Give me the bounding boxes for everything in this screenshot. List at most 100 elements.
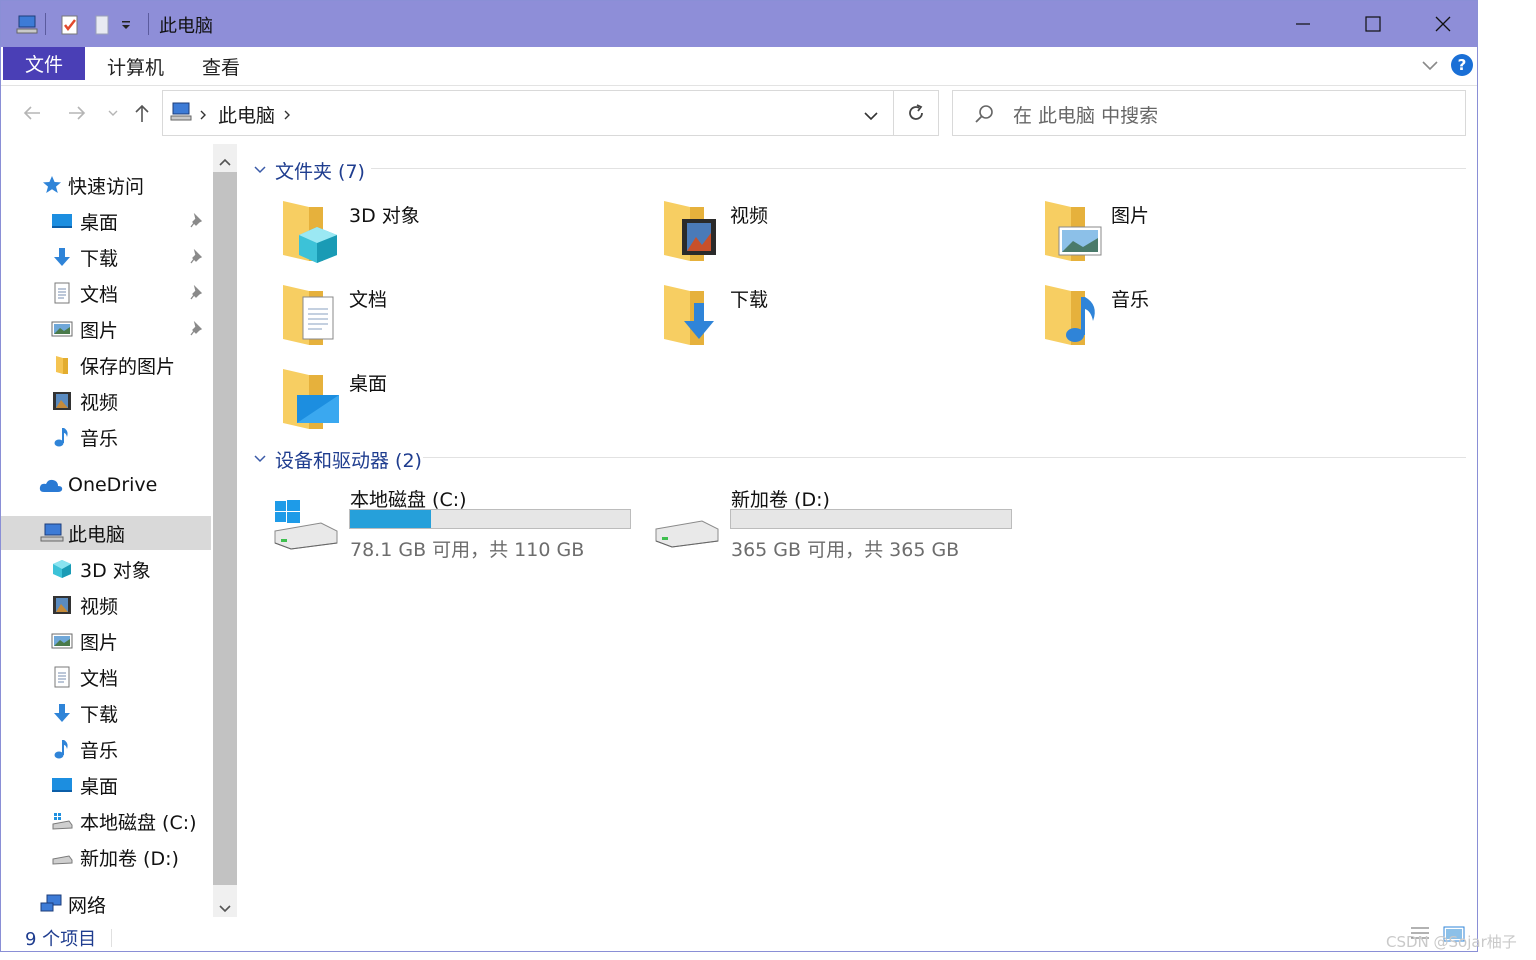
folder-icon	[56, 356, 68, 374]
drive-c-usage-fill	[350, 510, 432, 528]
sidebar-item-music[interactable]: 音乐	[1, 732, 211, 766]
sidebar-item-documents-pinned[interactable]: 文档	[1, 276, 211, 310]
folders-group-header[interactable]: 文件夹 (7)	[275, 157, 365, 184]
up-button[interactable]	[127, 97, 157, 129]
sidebar-item-quick-access[interactable]: 快速访问	[1, 168, 211, 202]
download-folder-icon	[664, 285, 714, 345]
breadcrumb-this-pc[interactable]: 此电脑	[218, 101, 275, 128]
sidebar-item-pictures-pinned[interactable]: 图片	[1, 312, 211, 346]
sidebar-item-network[interactable]: 网络	[1, 887, 211, 921]
document-folder-icon	[283, 285, 334, 345]
ribbon-tabs: 文件 计算机 查看	[1, 47, 1477, 86]
sidebar-item-videos-qa[interactable]: 视频	[1, 384, 211, 418]
watermark: CSDN @Sojar柚子	[1386, 933, 1517, 951]
breadcrumb-chevron-icon[interactable]	[283, 106, 291, 125]
desktop-folder-icon	[283, 369, 339, 429]
download-icon	[54, 248, 70, 266]
drive-d-usage-bar	[730, 509, 1012, 529]
explorer-window: 此电脑 文件 计算机 查看 ? 此电脑 在 此电脑 中搜索 快速访问 桌面 下载…	[0, 0, 1478, 952]
customize-toolbar-icon[interactable]	[119, 11, 133, 39]
desktop-icon	[52, 214, 72, 228]
picture-folder-icon	[1045, 201, 1102, 261]
sidebar-item-drive-c[interactable]: 本地磁盘 (C:)	[1, 804, 211, 838]
pin-icon[interactable]	[189, 285, 205, 301]
folder-tile-videos[interactable]: 视频	[662, 197, 1022, 277]
scroll-down-icon[interactable]	[218, 899, 232, 918]
network-icon	[40, 894, 62, 912]
cube-folder-icon	[283, 201, 337, 263]
expand-ribbon-chevron-icon[interactable]	[1421, 57, 1439, 76]
back-button[interactable]	[17, 97, 47, 129]
address-dropdown-chevron-icon[interactable]	[863, 107, 879, 126]
minimize-button[interactable]	[1268, 1, 1338, 47]
address-bar[interactable]: 此电脑	[162, 90, 939, 136]
download-icon	[54, 704, 70, 722]
windows-drive-icon	[274, 500, 338, 550]
sidebar-item-documents[interactable]: 文档	[1, 660, 211, 694]
drive-c-usage-bar	[349, 509, 631, 529]
folder-tile-downloads[interactable]: 下载	[662, 281, 1022, 361]
folder-tile-3d-objects[interactable]: 3D 对象	[281, 197, 641, 277]
navigation-pane: 快速访问 桌面 下载 文档 图片 保存的图片 视频 音乐 OneDrive 此电…	[1, 144, 211, 924]
tab-computer[interactable]: 计算机	[107, 53, 164, 80]
picture-icon	[51, 633, 73, 649]
sidebar-item-videos[interactable]: 视频	[1, 588, 211, 622]
sidebar-item-drive-d[interactable]: 新加卷 (D:)	[1, 840, 211, 874]
tab-file[interactable]: 文件	[3, 47, 85, 80]
sidebar-item-music-qa[interactable]: 音乐	[1, 420, 211, 454]
sidebar-scrollbar[interactable]	[213, 144, 237, 917]
document-icon	[54, 666, 70, 688]
video-icon	[53, 596, 71, 614]
sidebar-item-saved-pictures[interactable]: 保存的图片	[1, 348, 211, 382]
sidebar-item-desktop-pinned[interactable]: 桌面	[1, 204, 211, 238]
sidebar-item-3d-objects[interactable]: 3D 对象	[1, 552, 211, 586]
breadcrumb-separator-icon[interactable]	[199, 106, 207, 125]
computer-icon	[40, 523, 64, 542]
this-pc-icon	[169, 101, 193, 127]
new-folder-icon[interactable]	[91, 11, 113, 39]
folder-tile-music[interactable]: 音乐	[1043, 281, 1403, 361]
maximize-button[interactable]	[1338, 1, 1408, 47]
pin-icon[interactable]	[189, 213, 205, 229]
app-computer-icon[interactable]	[15, 11, 39, 39]
properties-icon[interactable]	[59, 11, 81, 39]
collapse-folders-chevron-icon[interactable]	[253, 161, 267, 180]
music-folder-icon	[1045, 285, 1095, 345]
pin-icon[interactable]	[189, 249, 205, 265]
sidebar-item-desktop[interactable]: 桌面	[1, 768, 211, 802]
search-placeholder: 在 此电脑 中搜索	[1013, 105, 1159, 127]
scroll-up-icon[interactable]	[218, 152, 232, 171]
forward-button[interactable]	[62, 97, 92, 129]
cube-icon	[53, 560, 71, 578]
sidebar-item-pictures[interactable]: 图片	[1, 624, 211, 658]
folder-tile-documents[interactable]: 文档	[281, 281, 641, 361]
drive-tile-d[interactable]: 新加卷 (D:) 365 GB 可用，共 365 GB	[654, 481, 1014, 561]
drive-tile-c[interactable]: 本地磁盘 (C:) 78.1 GB 可用，共 110 GB	[273, 481, 633, 561]
star-icon	[43, 176, 61, 193]
scrollbar-thumb[interactable]	[213, 172, 237, 885]
drive-c-space-text: 78.1 GB 可用，共 110 GB	[350, 539, 585, 561]
drive-d-space-text: 365 GB 可用，共 365 GB	[731, 539, 960, 561]
pin-icon[interactable]	[189, 321, 205, 337]
desktop-icon	[52, 778, 72, 792]
help-button[interactable]: ?	[1451, 54, 1473, 76]
video-folder-icon	[664, 201, 716, 261]
tab-view[interactable]: 查看	[202, 53, 240, 80]
music-icon	[54, 428, 68, 447]
refresh-icon[interactable]	[905, 102, 927, 128]
sidebar-item-onedrive[interactable]: OneDrive	[1, 468, 211, 502]
sidebar-item-downloads-pinned[interactable]: 下载	[1, 240, 211, 274]
collapse-drives-chevron-icon[interactable]	[253, 450, 267, 469]
folder-tile-pictures[interactable]: 图片	[1043, 197, 1403, 277]
sidebar-item-this-pc[interactable]: 此电脑	[1, 516, 211, 550]
music-icon	[54, 740, 68, 759]
drives-group-header[interactable]: 设备和驱动器 (2)	[275, 446, 422, 473]
drive-c-icon	[52, 813, 73, 830]
close-button[interactable]	[1408, 1, 1477, 47]
video-icon	[53, 392, 71, 410]
title-bar: 此电脑	[1, 1, 1477, 47]
folder-tile-desktop[interactable]: 桌面	[281, 365, 641, 445]
sidebar-item-downloads[interactable]: 下载	[1, 696, 211, 730]
drive-d-icon	[655, 520, 719, 548]
recent-locations-chevron-icon[interactable]	[98, 97, 128, 129]
